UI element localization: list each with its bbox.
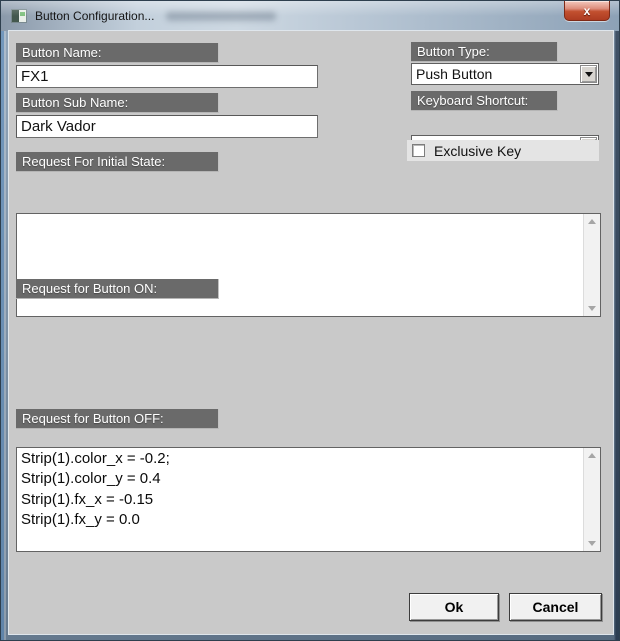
scroll-down-icon[interactable] [588, 306, 596, 311]
button-on-label: Request for Button ON: [16, 279, 219, 299]
scroll-down-icon[interactable] [588, 541, 596, 546]
initial-state-text [17, 214, 582, 316]
app-icon [11, 9, 27, 23]
button-on-textbox[interactable]: Strip(1).color_x = -0.2; Strip(1).color_… [16, 447, 601, 552]
titlebar-ghost-artifact [166, 11, 276, 21]
exclusive-key-option[interactable]: Exclusive Key [407, 140, 599, 161]
dialog-body: Button Name: Button Sub Name: Button Typ… [9, 31, 613, 634]
button-on-text: Strip(1).color_x = -0.2; Strip(1).color_… [17, 448, 582, 551]
ok-button[interactable]: Ok [409, 593, 499, 621]
titlebar[interactable]: Button Configuration... [1, 1, 620, 31]
button-off-label: Request for Button OFF: [16, 409, 219, 429]
button-on-scrollbar[interactable] [583, 448, 600, 551]
scroll-up-icon[interactable] [588, 453, 596, 458]
button-type-dropdown-button[interactable] [580, 65, 597, 83]
close-button[interactable]: x [564, 1, 610, 21]
button-sub-name-label: Button Sub Name: [16, 93, 219, 113]
initial-state-scrollbar[interactable] [583, 214, 600, 316]
initial-state-textbox[interactable] [16, 213, 601, 317]
cancel-button[interactable]: Cancel [509, 593, 602, 621]
button-type-value: Push Button [412, 66, 580, 82]
button-name-label: Button Name: [16, 43, 219, 63]
window-title: Button Configuration... [35, 9, 154, 23]
exclusive-key-label: Exclusive Key [434, 143, 521, 159]
button-configuration-dialog: Button Configuration... x Button Name: B… [0, 0, 620, 641]
keyboard-shortcut-label: Keyboard Shortcut: [411, 91, 558, 111]
button-name-input[interactable] [16, 65, 318, 88]
button-type-select[interactable]: Push Button [411, 63, 599, 85]
button-type-label: Button Type: [411, 42, 558, 62]
exclusive-key-checkbox[interactable] [412, 144, 425, 157]
chevron-down-icon [585, 72, 593, 77]
button-sub-name-input[interactable] [16, 115, 318, 138]
scroll-up-icon[interactable] [588, 219, 596, 224]
close-icon: x [584, 5, 591, 17]
initial-state-label: Request For Initial State: [16, 152, 219, 172]
